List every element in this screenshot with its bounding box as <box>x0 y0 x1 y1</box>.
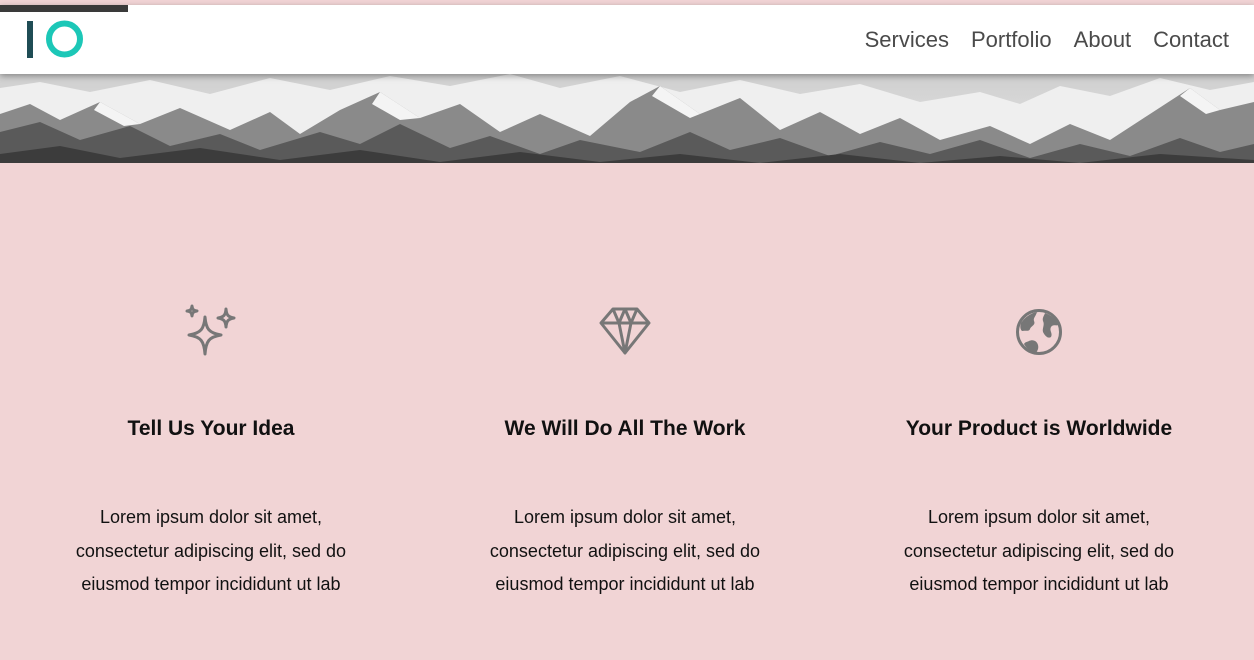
nav-services[interactable]: Services <box>865 27 949 53</box>
feature-title: Tell Us Your Idea <box>127 417 295 440</box>
feature-description: Lorem ipsum dolor sit amet, consectetur … <box>75 507 347 594</box>
logo[interactable] <box>24 17 88 63</box>
feature-title: Your Product is Worldwide <box>905 417 1173 440</box>
nav-contact[interactable]: Contact <box>1153 27 1229 53</box>
navbar: Services Portfolio About Contact <box>0 5 1254 74</box>
diamond-icon <box>599 307 651 355</box>
nav-about[interactable]: About <box>1074 27 1132 53</box>
features-section: Tell Us Your Idea Lorem ipsum dolor sit … <box>0 163 1254 660</box>
sparkles-icon <box>185 304 236 356</box>
feature-description: Lorem ipsum dolor sit amet, consectetur … <box>903 507 1175 594</box>
globe-icon <box>1016 309 1062 355</box>
logo-accent-bar <box>0 5 128 12</box>
hero-mountain-image <box>0 74 1254 163</box>
mountain-image <box>0 74 1254 163</box>
main-nav: Services Portfolio About Contact <box>865 5 1229 74</box>
feature-description: Lorem ipsum dolor sit amet, consectetur … <box>489 507 761 594</box>
feature-title: We Will Do All The Work <box>504 417 746 440</box>
nav-portfolio[interactable]: Portfolio <box>971 27 1052 53</box>
logo-icon <box>27 20 83 58</box>
